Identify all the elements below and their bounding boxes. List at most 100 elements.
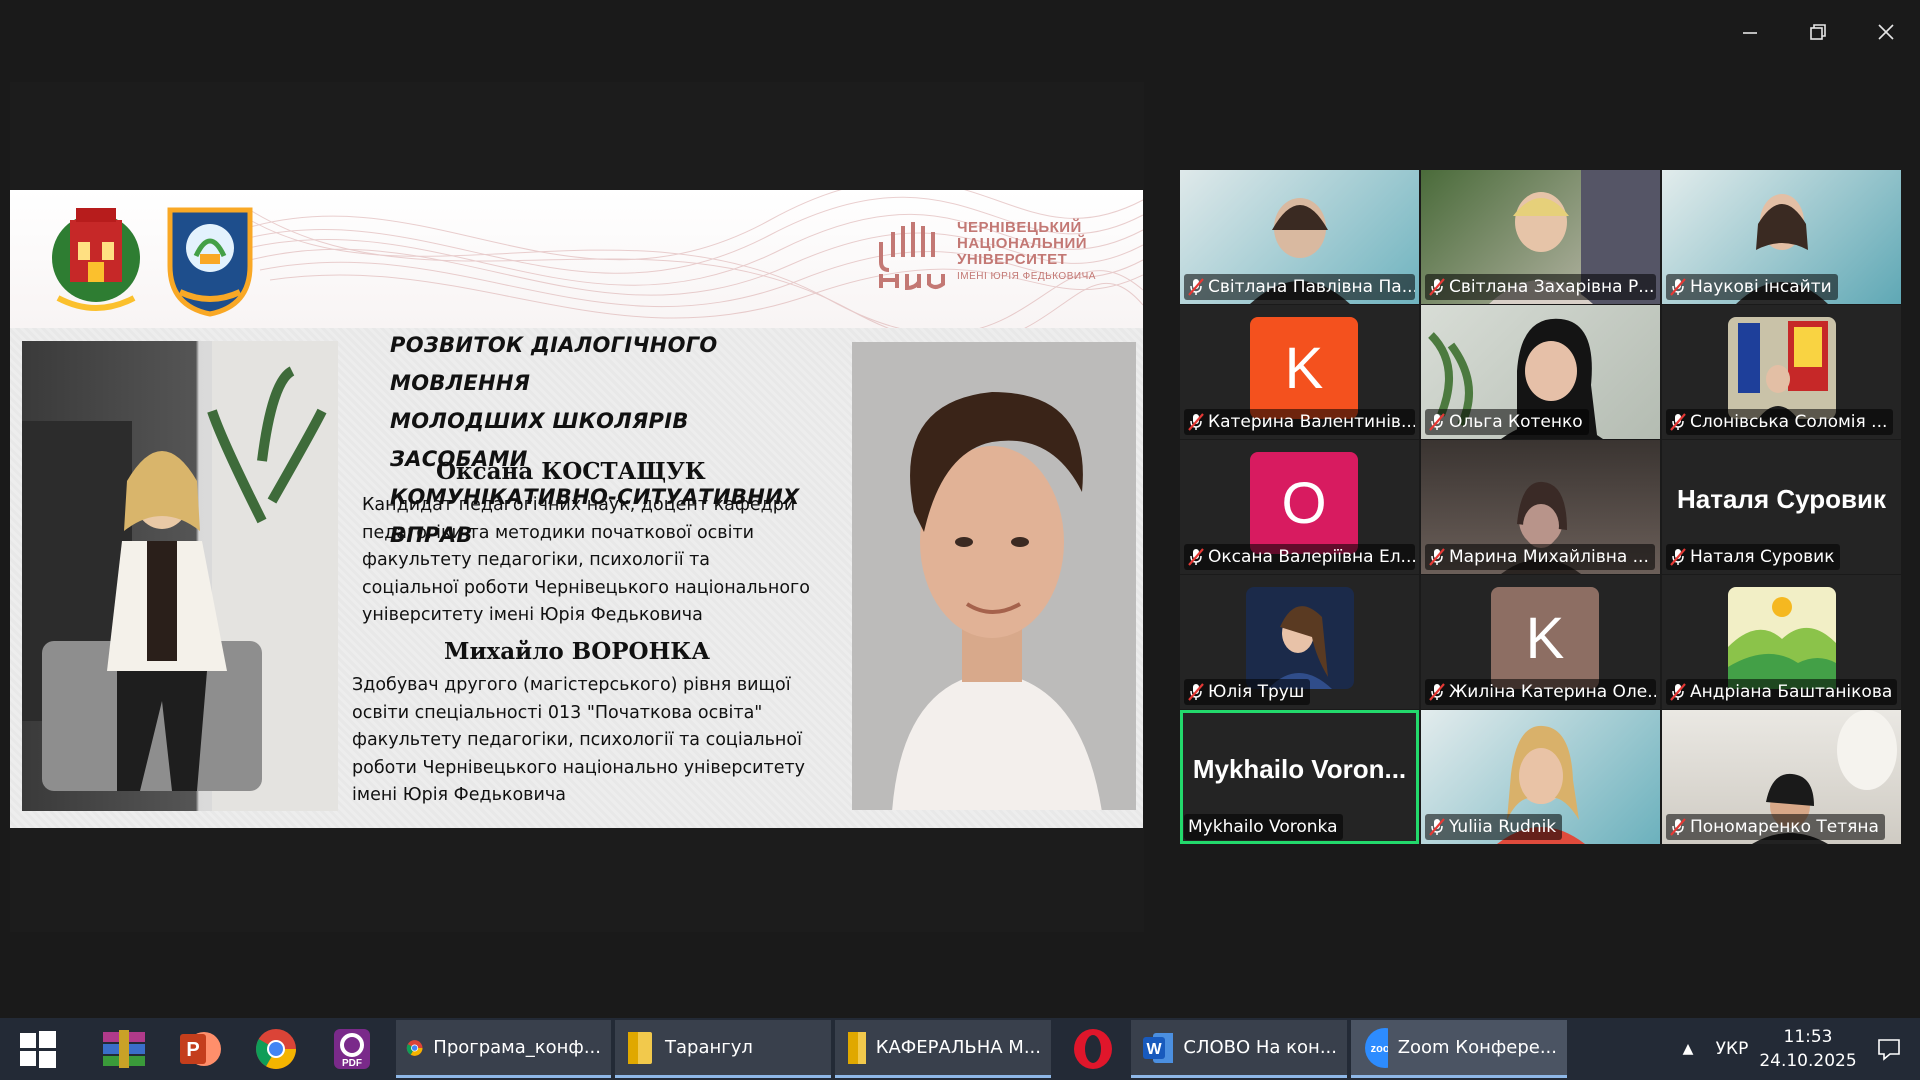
taskbar-app-word[interactable]: W СЛОВО На кон...	[1131, 1020, 1347, 1078]
mic-muted-icon	[1429, 413, 1445, 431]
speaker-2-name: Михайло ВОРОНКА	[444, 638, 710, 665]
taskbar-powerpoint[interactable]: P	[162, 1018, 238, 1080]
participant-tile[interactable]: Марина Михайлівна ...	[1421, 440, 1660, 574]
participant-tile[interactable]: Yuliia Rudnik	[1421, 710, 1660, 844]
landscape-avatar-image	[1728, 587, 1836, 689]
participant-tile[interactable]: Наталя Суровик Наталя Суровик	[1662, 440, 1901, 574]
minimize-button[interactable]	[1716, 0, 1784, 64]
mic-muted-icon	[1670, 413, 1686, 431]
participant-name: Жиліна Катерина Оле...	[1449, 682, 1656, 702]
participant-name: Наукові інсайти	[1690, 277, 1832, 297]
participant-tile-active-speaker[interactable]: Mykhailo Voron... Mykhailo Voronka	[1180, 710, 1419, 844]
mic-muted-icon	[1670, 818, 1686, 836]
powerpoint-icon: P	[180, 1032, 221, 1066]
participant-name-label: Оксана Валеріївна Ел...	[1184, 544, 1415, 570]
speaker-photo-kostashchuk	[22, 341, 338, 811]
window-controls	[1716, 0, 1920, 64]
close-button[interactable]	[1852, 0, 1920, 64]
folder-icon	[848, 1031, 866, 1064]
participant-name-label: Світлана Павлівна Па...	[1184, 274, 1415, 300]
mic-muted-icon	[1429, 818, 1445, 836]
participant-tile[interactable]: O Оксана Валеріївна Ел...	[1180, 440, 1419, 574]
speaker-portrait-1	[22, 341, 338, 811]
primary-education-logo	[167, 207, 253, 317]
participant-name: Ольга Котенко	[1449, 412, 1583, 432]
participant-avatar: O	[1250, 452, 1358, 554]
speaker-2-desc-line: Здобувач другого (магістерського) рівня …	[352, 675, 791, 695]
participant-name: Оксана Валеріївна Ел...	[1208, 547, 1415, 567]
participant-name: Світлана Захарівна Р...	[1449, 277, 1655, 297]
clock-time: 11:53	[1783, 1027, 1833, 1047]
chrome-icon	[256, 1029, 296, 1069]
clock[interactable]: 11:53 24.10.2025	[1758, 1025, 1858, 1073]
mic-muted-icon	[1429, 278, 1445, 296]
participant-avatar-image	[1246, 587, 1354, 689]
participant-name-label: Yuliia Rudnik	[1425, 814, 1563, 840]
taskbar-pdf-app[interactable]: PDF	[314, 1018, 390, 1080]
participant-name: Світлана Павлівна Па...	[1208, 277, 1415, 297]
slide-title-line-1: РОЗВИТОК ДІАЛОГІЧНОГО МОВЛЕННЯ	[390, 333, 718, 395]
participant-tile[interactable]: Ольга Котенко	[1421, 305, 1660, 439]
taskbar-app-label: Тарангул	[665, 1037, 753, 1058]
participant-display-name: Mykhailo Voron...	[1192, 754, 1407, 784]
minimize-icon	[1743, 32, 1757, 34]
restore-icon	[1810, 24, 1826, 40]
taskbar-app-folder-tarangul[interactable]: Тарангул	[615, 1020, 831, 1078]
university-name-3: УНІВЕРСИТЕТ	[957, 251, 1068, 268]
university-mark-icon	[879, 222, 945, 290]
participant-name-label: Наукові інсайти	[1666, 274, 1838, 300]
archive-books-icon	[103, 1030, 145, 1068]
participant-tile[interactable]: Світлана Захарівна Р...	[1421, 170, 1660, 304]
participant-display-name: Наталя Суровик	[1677, 484, 1886, 514]
participant-name-label: Світлана Захарівна Р...	[1425, 274, 1656, 300]
taskbar-app-label: КАФЕРАЛЬНА М...	[875, 1037, 1041, 1058]
taskbar-app-folder-kafedralna[interactable]: КАФЕРАЛЬНА М...	[835, 1020, 1051, 1078]
participant-tile[interactable]: Слонівська Соломія ...	[1662, 305, 1901, 439]
zoom-icon: zoom	[1365, 1027, 1388, 1068]
mic-muted-icon	[1188, 413, 1204, 431]
mic-muted-icon	[1670, 278, 1686, 296]
powerpoint-letter: P	[186, 1039, 199, 1061]
participant-tile[interactable]: K Жиліна Катерина Оле...	[1421, 575, 1660, 709]
mic-muted-icon	[1188, 278, 1204, 296]
mic-muted-icon	[1670, 683, 1686, 701]
participant-name-label: Слонівська Соломія ...	[1666, 409, 1894, 435]
taskbar-winrar[interactable]	[86, 1018, 162, 1080]
participant-name: Андріана Баштанікова	[1690, 682, 1893, 702]
taskbar-opera[interactable]	[1055, 1018, 1131, 1080]
participant-name: Катерина Валентинів...	[1208, 412, 1415, 432]
restore-button[interactable]	[1784, 0, 1852, 64]
participant-name-label: Андріана Баштанікова	[1666, 679, 1897, 705]
taskbar-app-chrome-program[interactable]: Програма_конф...	[396, 1020, 611, 1078]
mic-muted-icon	[1188, 548, 1204, 566]
notifications-button[interactable]	[1858, 1036, 1920, 1062]
participant-name: Марина Михайлівна ...	[1449, 547, 1649, 567]
close-icon	[1878, 24, 1894, 40]
university-subname: ІМЕНІ ЮРІЯ ФЕДЬКОВИЧА	[957, 271, 1096, 282]
mic-muted-icon	[1429, 683, 1445, 701]
system-tray: ▲ УКР 11:53 24.10.2025	[1670, 1018, 1920, 1080]
participant-tile[interactable]: Андріана Баштанікова	[1662, 575, 1901, 709]
speaker-1-desc-line: факультету педагогіки, психології та	[362, 550, 711, 570]
participant-tile[interactable]: Пономаренко Тетяна	[1662, 710, 1901, 844]
folder-icon	[628, 1031, 652, 1064]
participant-name-label: Марина Михайлівна ...	[1425, 544, 1655, 570]
taskbar-app-zoom[interactable]: zoom Zoom Конфере...	[1351, 1020, 1567, 1078]
taskbar-chrome[interactable]	[238, 1018, 314, 1080]
participant-tile[interactable]: K Катерина Валентинів...	[1180, 305, 1419, 439]
speaker-1-name: Оксана КОСТАЩУК	[436, 458, 706, 485]
participant-name-label: Юлія Труш	[1184, 679, 1311, 705]
language-indicator[interactable]: УКР	[1706, 1039, 1758, 1059]
zoom-badge-text: zoom	[1371, 1043, 1388, 1055]
slide-header: ЧЕРНІВЕЦЬКИЙ НАЦІОНАЛЬНИЙ УНІВЕРСИТЕТ ІМ…	[10, 190, 1143, 328]
participant-tile[interactable]: Наукові інсайти	[1662, 170, 1901, 304]
speaker-2-desc-line: роботи Чернівецького національно універс…	[352, 757, 806, 778]
start-button[interactable]	[0, 1018, 76, 1080]
mic-muted-icon	[1429, 548, 1445, 566]
speaker-2-desc-line: факультету педагогіки, психології та соц…	[352, 730, 802, 750]
participant-tile[interactable]: Юлія Труш	[1180, 575, 1419, 709]
tray-overflow-chevron-icon[interactable]: ▲	[1670, 1041, 1706, 1057]
participant-tile[interactable]: Світлана Павлівна Па...	[1180, 170, 1419, 304]
windows-logo-icon	[20, 1031, 56, 1068]
participant-name-label: Mykhailo Voronka	[1184, 814, 1344, 840]
